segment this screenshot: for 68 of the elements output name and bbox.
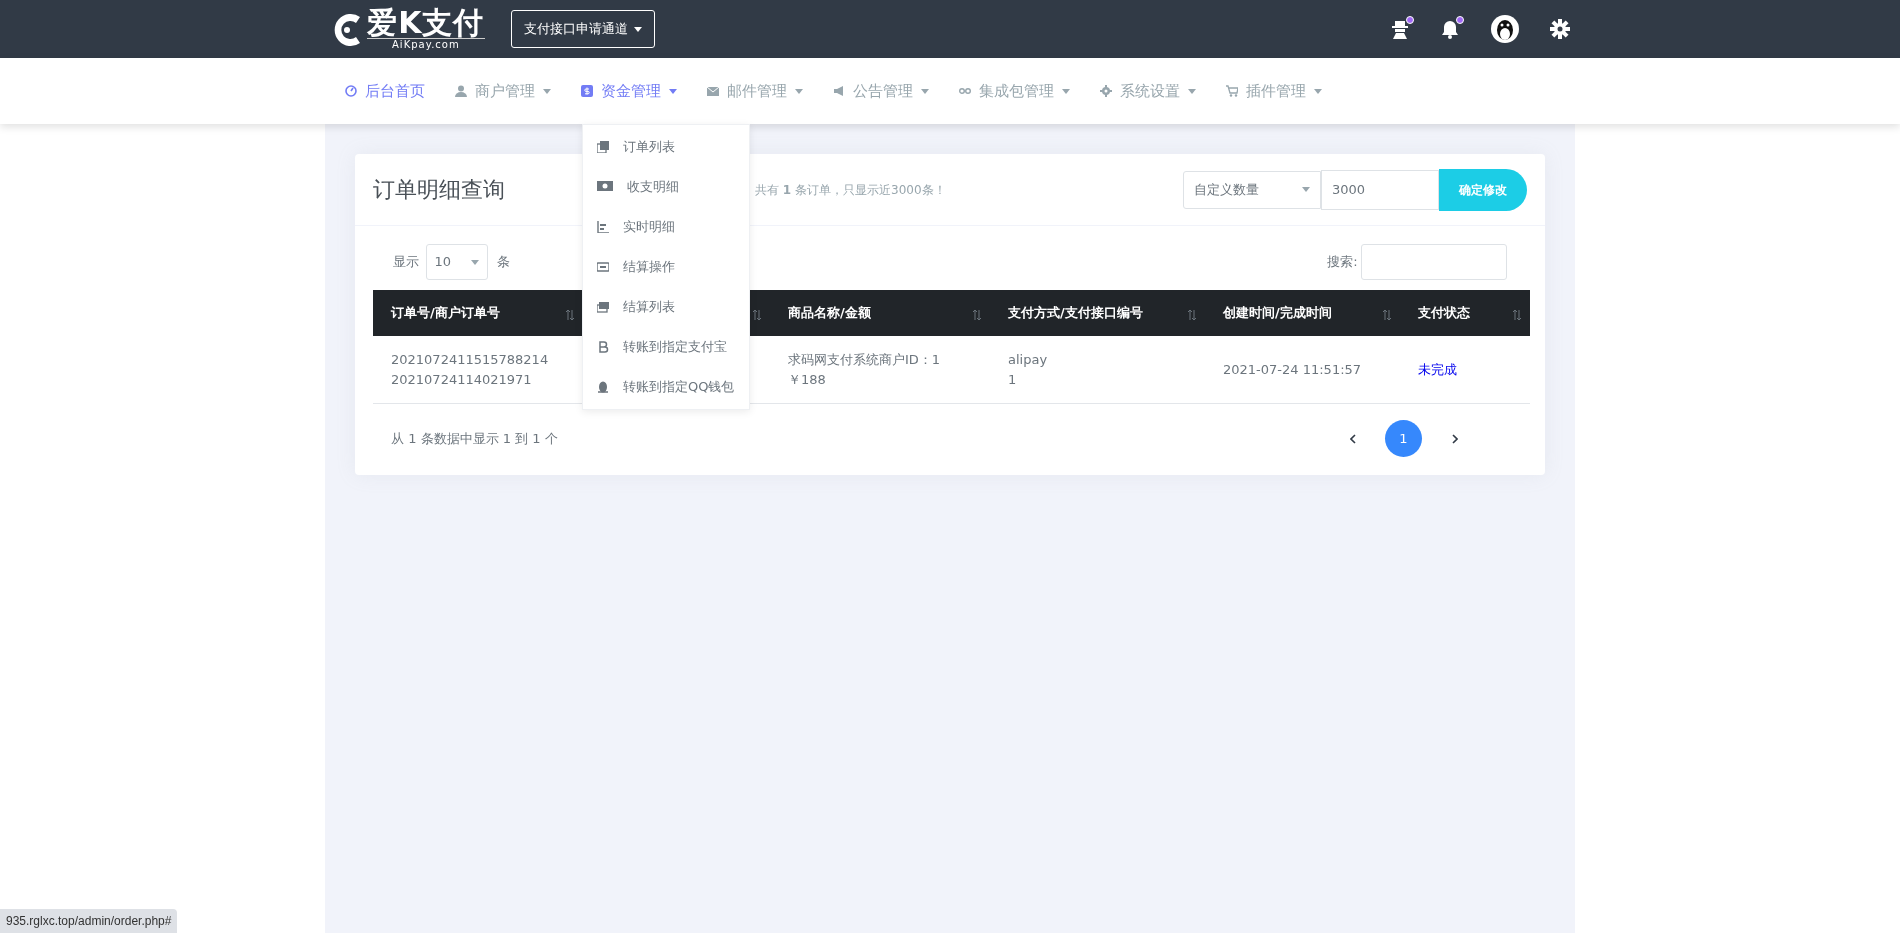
table-cell-text: ￥188: [788, 370, 827, 389]
logo-domain: AiKpay.com: [367, 37, 485, 51]
user-icon: [455, 85, 467, 97]
length-unit: 条: [497, 253, 511, 272]
column-header[interactable]: 支付状态: [1418, 305, 1470, 321]
nav-menu-item[interactable]: 邮件管理: [692, 58, 818, 124]
card-title: 订单明细查询: [373, 176, 505, 204]
dropdown-item[interactable]: 收支明细: [583, 167, 749, 207]
cash-icon: [597, 181, 613, 193]
chevron-left-icon: [1349, 434, 1356, 445]
nav-menu-item[interactable]: 插件管理: [1211, 58, 1337, 124]
cart-icon: [1226, 85, 1238, 97]
caret-icon: [470, 259, 479, 265]
status-text: 未完成: [1418, 361, 1457, 377]
table-cell-text: 20210724114021971: [391, 370, 533, 389]
search-field[interactable]: [1361, 244, 1507, 280]
nav-menu-item[interactable]: 集成包管理: [944, 58, 1085, 124]
link-icon: [959, 85, 971, 97]
chevron-right-icon: [1451, 434, 1458, 445]
bell-icon: [1440, 19, 1460, 40]
nav-menu-item[interactable]: 资金管理: [566, 58, 692, 124]
page-button[interactable]: 1: [1385, 420, 1422, 457]
notification-dot: [1406, 15, 1414, 24]
mail-icon: [707, 85, 719, 97]
logo-text: 爱K支付: [367, 7, 485, 38]
chart-icon: [597, 221, 609, 233]
megaphone-icon: [833, 85, 845, 97]
column-header[interactable]: 订单号/商户订单号: [391, 305, 500, 321]
dropdown-item[interactable]: 转账到指定QQ钱包: [583, 367, 749, 407]
nav-menu-item[interactable]: 系统设置: [1085, 58, 1211, 124]
penguin-icon: [597, 381, 609, 393]
card-icon: [597, 261, 609, 273]
money-icon: [597, 301, 609, 313]
dropdown-item[interactable]: 订单列表: [583, 127, 749, 167]
nav-menu-item[interactable]: 后台首页: [330, 58, 440, 124]
dropdown-item[interactable]: 实时明细: [583, 207, 749, 247]
caret-icon: [634, 26, 642, 32]
nav-menu-item[interactable]: 公告管理: [818, 58, 944, 124]
table-info: 从 1 条数据中显示 1 到 1 个: [391, 429, 558, 448]
caret-icon: [1302, 187, 1310, 192]
bitcoin-icon: [597, 341, 609, 353]
dropdown-item[interactable]: 结算列表: [583, 287, 749, 327]
notification-dot: [1456, 15, 1464, 24]
column-header[interactable]: 创建时间/完成时间: [1223, 305, 1332, 321]
dollar-icon: [581, 85, 593, 97]
table-cell: 2021-07-24 11:51:57: [1223, 361, 1362, 377]
nav-menu-item[interactable]: 商户管理: [440, 58, 566, 124]
page-length-select[interactable]: 10: [425, 244, 488, 280]
count-input[interactable]: 3000: [1321, 169, 1439, 210]
settings-icon: [1550, 19, 1570, 39]
dropdown-item[interactable]: 结算操作: [583, 247, 749, 287]
table-cell-text: 求码网支付系统商户ID：1: [788, 351, 942, 369]
table-cell-text: alipay: [1008, 351, 1049, 369]
gear-icon: [1100, 85, 1112, 97]
count-select[interactable]: 自定义数量: [1183, 170, 1321, 209]
column-header[interactable]: 商品名称/金额: [788, 305, 871, 321]
dashboard-icon: [345, 85, 357, 97]
avatar-icon: [1490, 14, 1520, 44]
table-cell-text: 2021072411515788214: [391, 351, 550, 369]
dropdown-item[interactable]: 转账到指定支付宝: [583, 327, 749, 367]
table-cell-text: 1: [1008, 370, 1018, 389]
channel-button[interactable]: 支付接口申请通道: [510, 10, 655, 48]
spy-icon: [1390, 19, 1410, 40]
copy-icon: [597, 141, 609, 153]
length-label: 显示: [393, 253, 419, 272]
search-label: 搜索:: [1327, 253, 1358, 272]
status-url: 935.rglxc.top/admin/order.php#: [0, 909, 178, 933]
notice-text: 共有 1 条订单，只显示近3000条！: [755, 181, 946, 199]
